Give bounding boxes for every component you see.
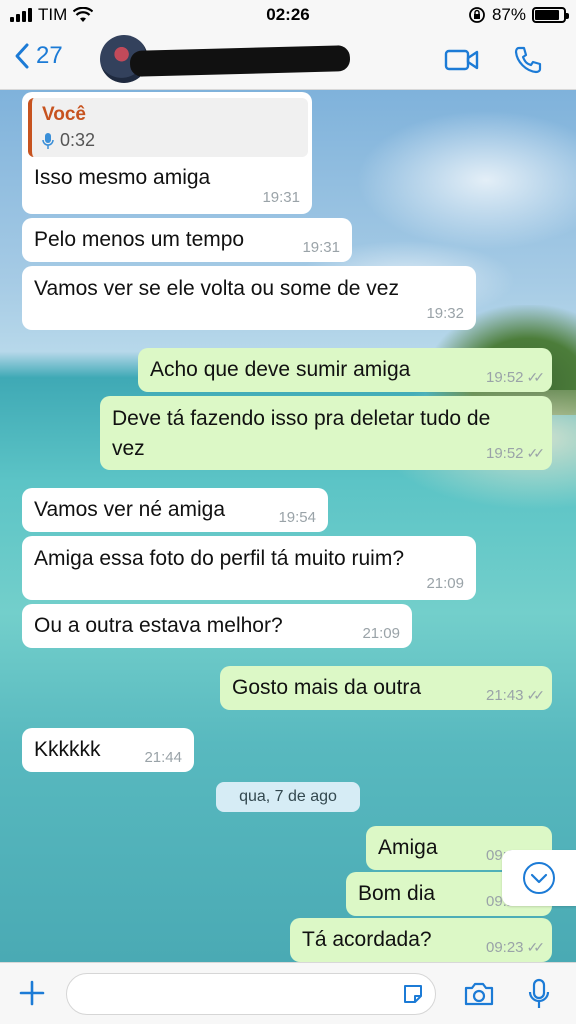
camera-button[interactable] xyxy=(462,977,496,1011)
back-button[interactable]: 27 xyxy=(14,42,63,70)
message-bubble[interactable]: Vamos ver se ele volta ou some de vez 19… xyxy=(22,266,476,330)
message-text: Amiga essa foto do perfil tá muito ruim? xyxy=(34,547,405,570)
message-bubble[interactable]: Vamos ver né amiga 19:54 xyxy=(22,488,328,532)
message-text: Deve tá fazendo isso pra deletar tudo de xyxy=(112,407,491,430)
microphone-icon xyxy=(528,978,550,1008)
message-time: 19:54 xyxy=(278,509,316,526)
message-bubble[interactable]: Kkkkkk 21:44 xyxy=(22,728,194,772)
message-time: 19:32 xyxy=(426,305,464,322)
camera-icon xyxy=(464,982,494,1006)
message-time-value: 09:23 xyxy=(485,939,524,956)
double-check-icon: ✓✓ xyxy=(526,939,546,955)
message-time-value: 21:43 xyxy=(485,687,524,704)
scroll-down-button[interactable] xyxy=(502,850,576,906)
message-time: 19:31 xyxy=(262,189,300,206)
video-call-button[interactable] xyxy=(442,40,482,80)
message-bubble[interactable]: Tá acordada? 09:23 ✓✓ xyxy=(290,918,552,962)
quoted-message[interactable]: Você 0:32 xyxy=(28,98,308,157)
message-bubble[interactable]: Deve tá fazendo isso pra deletar tudo de… xyxy=(100,396,552,470)
message-time-value: 19:52 xyxy=(485,445,524,462)
unread-count: 27 xyxy=(36,42,63,69)
attach-button[interactable] xyxy=(14,975,50,1011)
message-bubble[interactable]: Acho que deve sumir amiga 19:52 ✓✓ xyxy=(138,348,552,392)
date-separator: qua, 7 de ago xyxy=(216,782,360,812)
double-check-icon: ✓✓ xyxy=(526,369,546,385)
background-cloud xyxy=(356,110,576,250)
microphone-icon xyxy=(42,132,54,149)
message-text: Vamos ver se ele volta ou some de vez xyxy=(34,277,399,300)
message-time: 09:23 ✓✓ xyxy=(485,939,546,956)
chat-header: 27 xyxy=(0,30,576,90)
message-text-cont: vez xyxy=(112,437,145,460)
message-bubble[interactable]: Pelo menos um tempo 19:31 xyxy=(22,218,352,262)
message-input[interactable] xyxy=(66,973,436,1015)
message-text: Pelo menos um tempo xyxy=(34,228,245,251)
message-text: Ou a outra estava melhor? xyxy=(34,614,283,637)
message-bubble[interactable]: Amiga essa foto do perfil tá muito ruim?… xyxy=(22,536,476,600)
message-time: 19:52 ✓✓ xyxy=(485,369,546,386)
message-time: 19:52 ✓✓ xyxy=(485,445,546,462)
battery-percent: 87% xyxy=(491,5,526,24)
orientation-lock-icon xyxy=(469,7,485,23)
message-time: 21:09 xyxy=(362,625,400,642)
mic-button[interactable] xyxy=(522,977,556,1011)
message-time-value: 19:52 xyxy=(485,369,524,386)
message-text: Acho que deve sumir amiga xyxy=(150,358,411,381)
quoted-author: Você xyxy=(42,104,87,125)
chat-area[interactable]: Você 0:32 Isso mesmo amiga 19:31 Pelo me… xyxy=(0,90,576,962)
battery-icon xyxy=(532,7,569,23)
plus-icon xyxy=(19,980,45,1006)
battery-info: 87% xyxy=(468,5,569,25)
phone-icon xyxy=(514,46,542,74)
double-check-icon: ✓✓ xyxy=(526,687,546,703)
message-bubble[interactable]: Gosto mais da outra 21:43 ✓✓ xyxy=(220,666,552,710)
video-call-icon xyxy=(444,49,479,71)
message-time: 19:31 xyxy=(302,239,340,256)
message-time: 21:43 ✓✓ xyxy=(485,687,546,704)
message-text: Vamos ver né amiga xyxy=(34,498,226,521)
contact-name-redacted[interactable] xyxy=(129,45,351,77)
message-bubble[interactable]: Você 0:32 Isso mesmo amiga 19:31 xyxy=(22,92,312,214)
message-time: 21:44 xyxy=(144,749,182,766)
chevron-left-icon xyxy=(15,43,29,69)
double-check-icon: ✓✓ xyxy=(526,445,546,461)
quoted-audio: 0:32 xyxy=(42,130,298,151)
message-time: 21:09 xyxy=(426,575,464,592)
sticker-icon[interactable] xyxy=(401,982,425,1006)
message-bubble[interactable]: Ou a outra estava melhor? 21:09 xyxy=(22,604,412,648)
message-input-bar xyxy=(0,962,576,1024)
scroll-down-icon xyxy=(523,862,555,894)
status-bar: TIM 02:26 87% xyxy=(0,0,576,30)
voice-call-button[interactable] xyxy=(508,40,548,80)
audio-duration: 0:32 xyxy=(60,130,96,150)
